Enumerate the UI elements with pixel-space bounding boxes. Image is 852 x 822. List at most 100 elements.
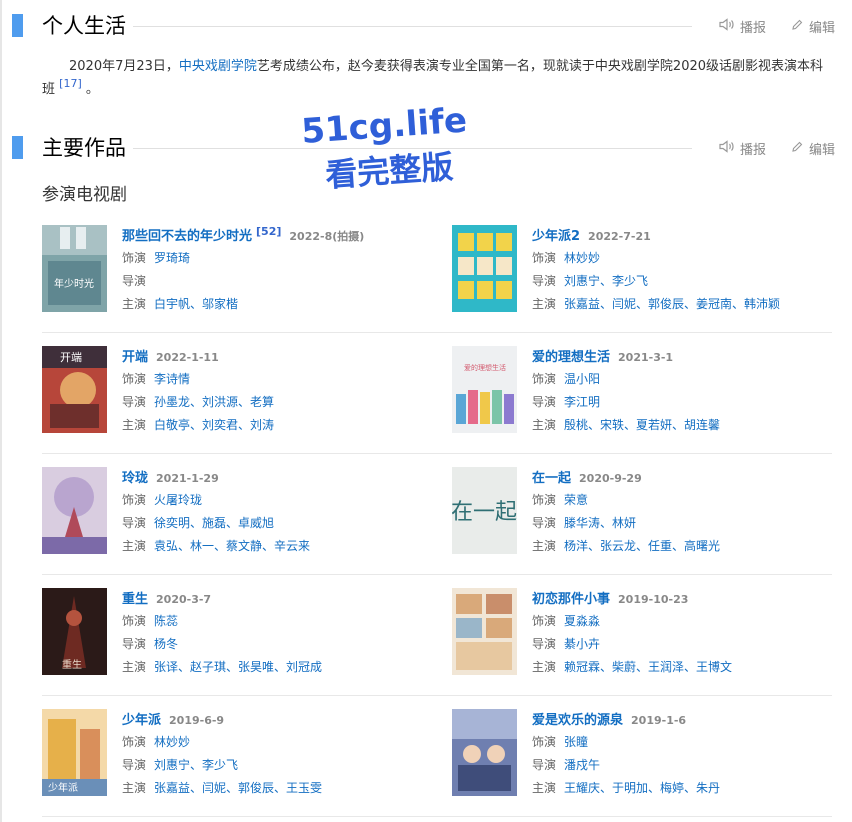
cast-label: 主演	[122, 418, 147, 432]
cast-value[interactable]: 张嘉益、闫妮、郭俊辰、姜冠南、韩沛颖	[564, 293, 780, 316]
role-label: 饰演	[122, 372, 147, 386]
work-title[interactable]: 玲珑	[122, 467, 148, 486]
cast-value[interactable]: 殷桃、宋轶、夏若妍、胡连馨	[564, 414, 720, 437]
director-value[interactable]: 滕华涛、林妍	[564, 512, 636, 535]
director-value[interactable]: 李江明	[564, 391, 600, 414]
row-divider	[42, 816, 832, 817]
director-value[interactable]: 杨冬	[154, 633, 178, 656]
role-value[interactable]: 李诗情	[154, 368, 190, 391]
work-card: 少年派 少年派 2019-6-9 饰演 林妙妙 导演 刘惠宁、李少飞 主演 张嘉益、闫妮…	[42, 709, 422, 809]
edit-button[interactable]: 编辑	[791, 139, 835, 158]
director-value[interactable]: 刘惠宁、李少飞	[154, 754, 238, 777]
reference-link[interactable]: [17]	[59, 77, 82, 90]
director-value[interactable]: 孙墨龙、刘洪源、老算	[154, 391, 274, 414]
director-value[interactable]: 潘戍午	[564, 754, 600, 777]
work-reference[interactable]: [52]	[256, 225, 281, 238]
role-value[interactable]: 夏淼淼	[564, 610, 600, 633]
left-rule	[0, 0, 2, 822]
poster-image[interactable]	[452, 709, 517, 796]
role-value[interactable]: 林妙妙	[564, 247, 600, 270]
cast-value[interactable]: 王耀庆、于明加、梅婷、朱丹	[564, 777, 720, 800]
svg-text:开端: 开端	[60, 351, 82, 364]
read-aloud-label: 播报	[740, 21, 767, 36]
cast-label: 主演	[532, 418, 557, 432]
row-divider	[42, 574, 832, 575]
poster-image[interactable]	[42, 467, 107, 554]
read-aloud-button[interactable]: 播报	[719, 139, 766, 158]
role-value[interactable]: 张瞳	[564, 731, 588, 754]
work-date: 2021-3-1	[618, 351, 674, 364]
cast-label: 主演	[532, 539, 557, 553]
work-date: 2021-1-29	[156, 472, 219, 485]
role-label: 饰演	[532, 735, 557, 749]
speaker-icon	[719, 140, 740, 157]
director-value[interactable]: 徐奕明、施磊、卓威旭	[154, 512, 274, 535]
section-header-personal: 个人生活 播报 编辑	[12, 12, 842, 42]
cast-value[interactable]: 张嘉益、闫妮、郭俊辰、王玉雯	[154, 777, 322, 800]
work-title[interactable]: 开端	[122, 346, 148, 365]
cast-value[interactable]: 袁弘、林一、蔡文静、辛云来	[154, 535, 310, 558]
poster-image[interactable]: 开端	[42, 346, 107, 433]
cast-value[interactable]: 杨洋、张云龙、任重、高曙光	[564, 535, 720, 558]
role-value[interactable]: 温小阳	[564, 368, 600, 391]
cast-value[interactable]: 白敬亭、刘奕君、刘涛	[154, 414, 274, 437]
role-value[interactable]: 罗琦琦	[154, 247, 190, 270]
role-label: 饰演	[122, 493, 147, 507]
cast-label: 主演	[532, 297, 557, 311]
tv-series-subheading: 参演电视剧	[42, 185, 127, 205]
edit-button[interactable]: 编辑	[791, 17, 835, 36]
cast-value[interactable]: 赖冠霖、柴蔚、王润泽、王博文	[564, 656, 732, 679]
role-label: 饰演	[532, 614, 557, 628]
work-date: 2020-9-29	[579, 472, 642, 485]
cast-label: 主演	[122, 781, 147, 795]
poster-image[interactable]: 重生	[42, 588, 107, 675]
work-card: 年少时光 那些回不去的年少时光 [52] 2022-8(拍摄) 饰演 罗琦琦 导演 主…	[42, 225, 422, 325]
director-label: 导演	[532, 758, 557, 772]
section-header-works: 主要作品 播报 编辑	[12, 134, 842, 164]
cast-value[interactable]: 张译、赵子琪、张昊唯、刘冠成	[154, 656, 322, 679]
work-date: 2019-6-9	[169, 714, 225, 727]
work-title[interactable]: 少年派	[122, 709, 161, 728]
director-value[interactable]: 綦小卉	[564, 633, 600, 656]
svg-text:重生: 重生	[62, 658, 82, 671]
personal-paragraph: 2020年7月23日，中央戏剧学院艺考成绩公布，赵今麦获得表演专业全国第一名，现…	[42, 55, 834, 101]
poster-image[interactable]	[452, 588, 517, 675]
para-text-before: 2020年7月23日，	[69, 59, 179, 74]
work-title[interactable]: 少年派2	[532, 225, 580, 244]
work-title[interactable]: 爱是欢乐的源泉	[532, 709, 623, 728]
role-value[interactable]: 火屠玲珑	[154, 489, 202, 512]
director-label: 导演	[122, 516, 147, 530]
role-label: 饰演	[122, 614, 147, 628]
work-title[interactable]: 那些回不去的年少时光	[122, 225, 252, 244]
role-value[interactable]: 林妙妙	[154, 731, 190, 754]
role-label: 饰演	[122, 735, 147, 749]
poster-image[interactable]: 在一起	[452, 467, 517, 554]
academy-link[interactable]: 中央戏剧学院	[179, 59, 257, 74]
work-date: 2020-3-7	[156, 593, 212, 606]
role-label: 饰演	[532, 372, 557, 386]
cast-value[interactable]: 白宇帆、邬家楷	[154, 293, 238, 316]
director-value[interactable]: 刘惠宁、李少飞	[564, 270, 648, 293]
edit-label: 编辑	[809, 143, 836, 158]
poster-image[interactable]: 爱的理想生活	[452, 346, 517, 433]
poster-image[interactable]: 少年派	[42, 709, 107, 796]
role-value[interactable]: 荣意	[564, 489, 588, 512]
role-value[interactable]: 陈蕊	[154, 610, 178, 633]
poster-image[interactable]	[452, 225, 517, 312]
work-card: 在一起 在一起 2020-9-29 饰演 荣意 导演 滕华涛、林妍 主演 杨洋、张云龙、…	[452, 467, 832, 567]
pencil-icon	[791, 19, 809, 35]
para-text-end: 。	[81, 82, 99, 97]
work-card: 爱的理想生活 爱的理想生活 2021-3-1 饰演 温小阳 导演 李江明 主演 殷桃、宋…	[452, 346, 832, 446]
section-accent-bar	[12, 14, 23, 37]
work-title[interactable]: 初恋那件小事	[532, 588, 610, 607]
director-label: 导演	[532, 637, 557, 651]
work-title[interactable]: 爱的理想生活	[532, 346, 610, 365]
section-title: 个人生活	[42, 14, 126, 38]
director-label: 导演	[532, 516, 557, 530]
work-title[interactable]: 重生	[122, 588, 148, 607]
work-title[interactable]: 在一起	[532, 467, 571, 486]
work-date: 2022-1-11	[156, 351, 219, 364]
section-title: 主要作品	[42, 136, 126, 160]
read-aloud-button[interactable]: 播报	[719, 17, 766, 36]
poster-image[interactable]: 年少时光	[42, 225, 107, 312]
